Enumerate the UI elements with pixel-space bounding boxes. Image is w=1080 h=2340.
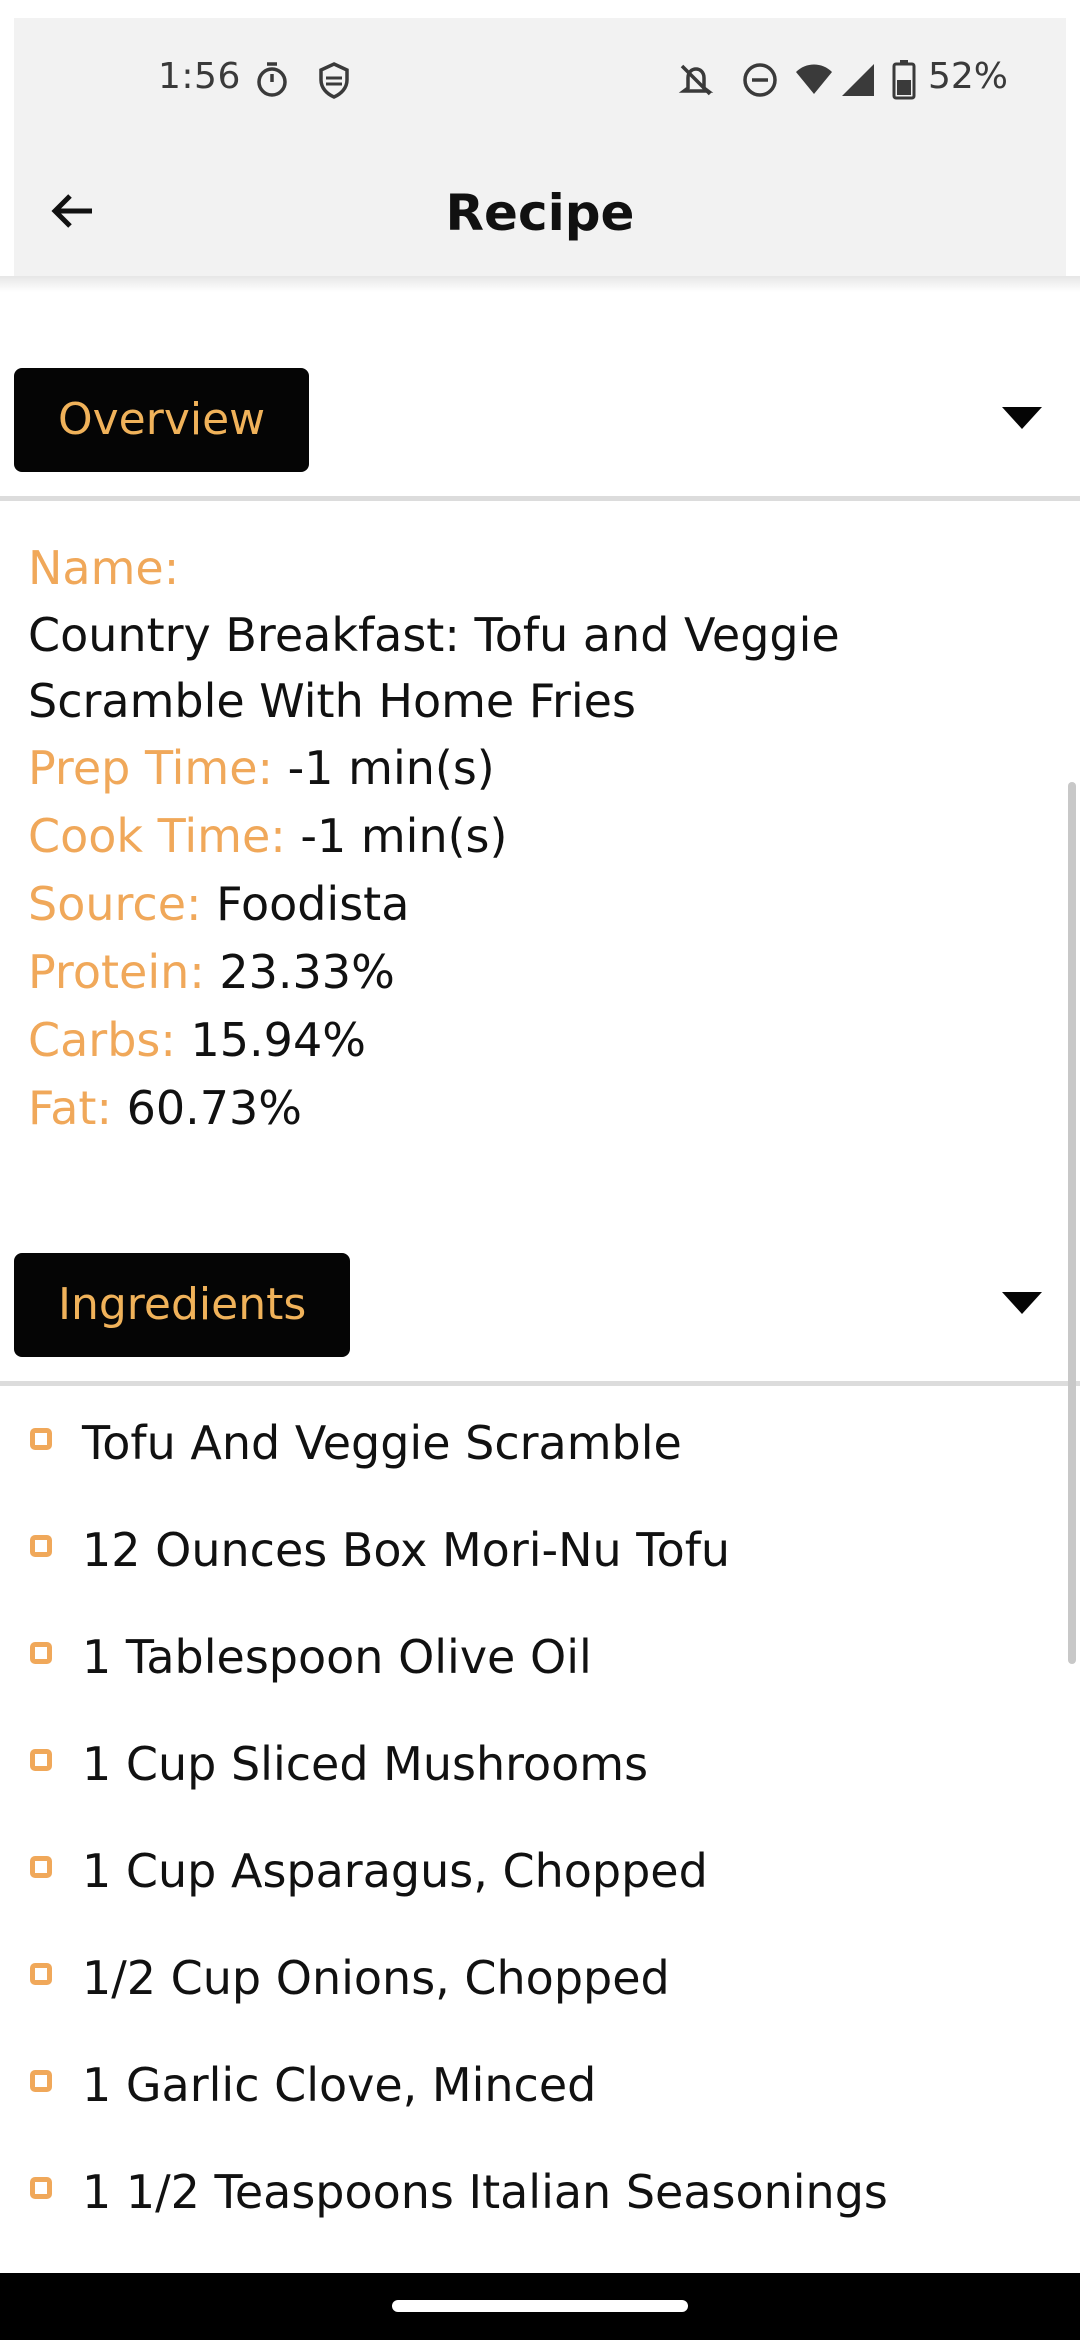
- battery-icon: [890, 60, 918, 100]
- status-time: 1:56: [158, 56, 241, 97]
- notifications-off-icon: [676, 60, 716, 100]
- protein-value: 23.33%: [219, 945, 395, 999]
- bullet-icon: [30, 2177, 52, 2199]
- bullet-icon: [30, 2070, 52, 2092]
- cook-time-label: Cook Time:: [28, 809, 286, 863]
- cook-time-value: -1 min(s): [300, 809, 508, 863]
- ingredient-text: 12 Ounces Box Mori-Nu Tofu: [82, 1523, 731, 1577]
- prep-time-value: -1 min(s): [287, 741, 495, 795]
- carbs-label: Carbs:: [28, 1013, 176, 1067]
- bullet-icon: [30, 1428, 52, 1450]
- ingredient-text: 1 Garlic Clove, Minced: [82, 2058, 597, 2112]
- source-label: Source:: [28, 877, 202, 931]
- navigation-bar: [0, 2273, 1080, 2340]
- ingredient-text: 1 Cup Sliced Mushrooms: [82, 1737, 649, 1791]
- overview-toggle-button[interactable]: [992, 390, 1052, 450]
- ingredient-text: Tofu And Veggie Scramble: [82, 1416, 682, 1470]
- home-gesture-handle[interactable]: [392, 2300, 688, 2312]
- list-item: 1 1/2 Teaspoons Italian Seasonings: [0, 2155, 1080, 2262]
- prep-time-label: Prep Time:: [28, 741, 274, 795]
- arrow-drop-down-icon: [1000, 405, 1044, 435]
- bullet-icon: [30, 1535, 52, 1557]
- shield-icon: [314, 60, 354, 100]
- list-item: 1 Garlic Clove, Minced: [0, 2048, 1080, 2155]
- arrow-drop-down-icon: [1000, 1290, 1044, 1320]
- overview-divider: [0, 496, 1080, 501]
- wifi-icon: [794, 60, 834, 100]
- timer-icon: [252, 60, 292, 100]
- bullet-icon: [30, 1749, 52, 1771]
- ingredients-divider: [0, 1381, 1080, 1386]
- overview-details: Name: Country Breakfast: Tofu and Veggie…: [28, 534, 1068, 1142]
- name-label: Name:: [28, 541, 180, 595]
- do-not-disturb-icon: [740, 60, 780, 100]
- ingredient-text: 1 1/2 Teaspoons Italian Seasonings: [82, 2165, 888, 2219]
- app-bar-shadow: [0, 276, 1080, 292]
- fat-label: Fat:: [28, 1081, 112, 1135]
- ingredients-list: Tofu And Veggie Scramble 12 Ounces Box M…: [0, 1406, 1080, 2262]
- ingredient-text: 1 Cup Asparagus, Chopped: [82, 1844, 708, 1898]
- ingredients-section-label: Ingredients: [14, 1253, 351, 1357]
- cellular-signal-icon: [838, 60, 878, 100]
- fat-value: 60.73%: [126, 1081, 302, 1135]
- carbs-value: 15.94%: [190, 1013, 366, 1067]
- scrollbar[interactable]: [1068, 782, 1076, 1664]
- battery-percent: 52%: [928, 56, 1009, 97]
- ingredient-text: 1/2 Cup Onions, Chopped: [82, 1951, 670, 2005]
- list-item: 12 Ounces Box Mori-Nu Tofu: [0, 1513, 1080, 1620]
- list-item: 1/2 Cup Onions, Chopped: [0, 1941, 1080, 2048]
- list-item: 1 Tablespoon Olive Oil: [0, 1620, 1080, 1727]
- source-value: Foodista: [216, 877, 410, 931]
- bullet-icon: [30, 1642, 52, 1664]
- list-item: 1 Cup Sliced Mushrooms: [0, 1727, 1080, 1834]
- ingredient-text: 1 Tablespoon Olive Oil: [82, 1630, 592, 1684]
- bullet-icon: [30, 1856, 52, 1878]
- list-item: Tofu And Veggie Scramble: [0, 1406, 1080, 1513]
- overview-section-label: Overview: [14, 368, 310, 472]
- ingredients-toggle-button[interactable]: [992, 1275, 1052, 1335]
- list-item: 1 Cup Asparagus, Chopped: [0, 1834, 1080, 1941]
- bullet-icon: [30, 1963, 52, 1985]
- page-title: Recipe: [445, 184, 635, 242]
- recipe-name: Country Breakfast: Tofu and Veggie Scram…: [28, 608, 840, 728]
- protein-label: Protein:: [28, 945, 205, 999]
